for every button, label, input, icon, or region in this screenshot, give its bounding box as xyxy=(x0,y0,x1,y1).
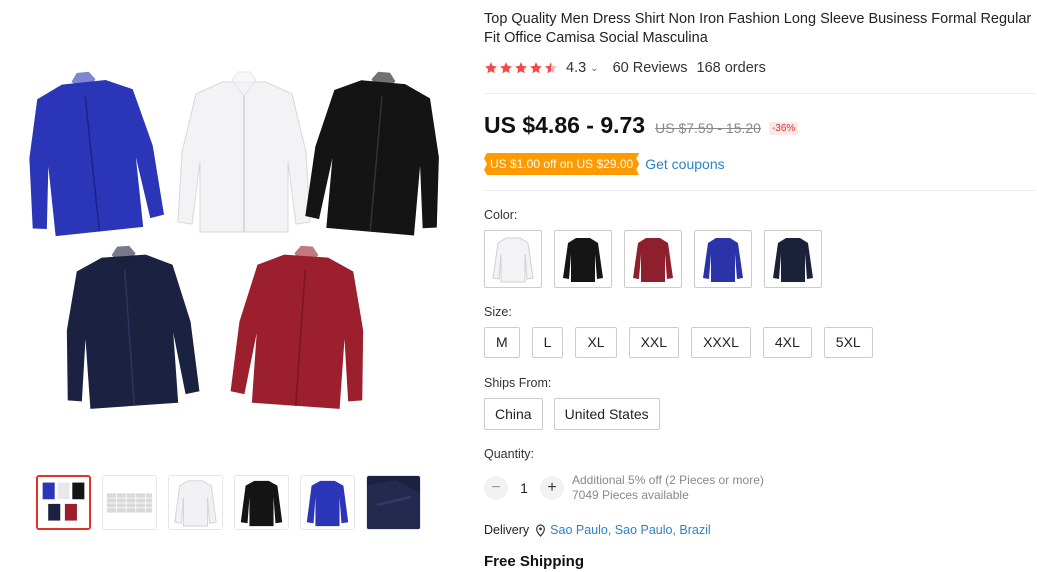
thumbnail-white-shirt[interactable] xyxy=(168,475,223,530)
color-option-wine-red[interactable] xyxy=(624,230,682,288)
thumbnail-navy-detail[interactable] xyxy=(366,475,421,530)
size-option-m[interactable]: M xyxy=(484,327,520,358)
star-rating xyxy=(484,61,558,75)
quantity-label: Quantity: xyxy=(484,447,535,461)
star-half-icon xyxy=(545,62,557,74)
main-product-image[interactable] xyxy=(0,0,465,460)
orders-count: 168 orders xyxy=(696,60,766,76)
get-coupons-link[interactable]: Get coupons xyxy=(645,156,724,172)
stock-available: 7049 Pieces available xyxy=(572,488,689,502)
divider xyxy=(484,190,1036,191)
star-icon xyxy=(530,62,542,74)
thumbnail-blue-shirt[interactable] xyxy=(300,475,355,530)
size-label: Size: xyxy=(484,305,512,319)
original-price: US $7.59 - 15.20 xyxy=(655,120,761,136)
size-option-5xl[interactable]: 5XL xyxy=(823,327,873,358)
size-option-4xl[interactable]: 4XL xyxy=(762,327,812,358)
star-icon xyxy=(500,62,512,74)
size-option-xxl[interactable]: XXL xyxy=(628,327,680,358)
ships-from-label: Ships From: xyxy=(484,376,552,390)
quantity-input[interactable]: 1 xyxy=(508,480,540,496)
color-option-navy[interactable] xyxy=(764,230,822,288)
thumbnail-black-shirt[interactable] xyxy=(234,475,289,530)
color-option-white[interactable] xyxy=(484,230,542,288)
minus-icon[interactable]: − xyxy=(484,476,508,500)
thumbnail-size-chart[interactable] xyxy=(102,475,157,530)
color-option-blue[interactable] xyxy=(694,230,752,288)
coupon-row: US $1.00 off on US $29.00 Get coupons xyxy=(484,153,725,175)
location-pin-icon xyxy=(536,523,546,537)
star-icon xyxy=(485,62,497,74)
ships-from-options: China United States xyxy=(484,398,660,430)
star-icon xyxy=(515,62,527,74)
quantity-info: Additional 5% off (2 Pieces or more) 704… xyxy=(572,473,764,503)
bulk-discount-note: Additional 5% off (2 Pieces or more) xyxy=(572,473,764,487)
shirts-collage xyxy=(17,65,450,411)
color-option-black[interactable] xyxy=(554,230,612,288)
ships-from-china[interactable]: China xyxy=(484,398,543,430)
coupon-tag[interactable]: US $1.00 off on US $29.00 xyxy=(484,153,639,175)
current-price: US $4.86 - 9.73 xyxy=(484,112,646,138)
color-label: Color: xyxy=(484,208,518,222)
thumbnail-collage[interactable] xyxy=(36,475,91,530)
thumbnail-strip xyxy=(36,475,421,530)
delivery-row: Delivery Sao Paulo, Sao Paulo, Brazil xyxy=(484,523,711,537)
free-shipping-text: Free Shipping xyxy=(484,553,585,570)
divider xyxy=(484,93,1036,94)
size-option-xxxl[interactable]: XXXL xyxy=(691,327,751,358)
product-title: Top Quality Men Dress Shirt Non Iron Fas… xyxy=(484,11,1032,46)
chevron-down-icon[interactable]: ⌄ xyxy=(590,63,598,74)
delivery-location-link[interactable]: Sao Paulo, Sao Paulo, Brazil xyxy=(550,523,711,537)
size-options: M L XL XXL XXXL 4XL 5XL xyxy=(484,327,873,358)
size-option-xl[interactable]: XL xyxy=(575,327,617,358)
discount-badge: -36% xyxy=(768,122,799,135)
delivery-label: Delivery xyxy=(484,523,530,537)
size-option-l[interactable]: L xyxy=(531,327,564,358)
plus-icon[interactable]: + xyxy=(540,476,564,500)
rating-value: 4.3 xyxy=(566,60,587,76)
price-row: US $4.86 - 9.73 US $7.59 - 15.20 -36% xyxy=(484,112,799,139)
quantity-stepper: − 1 + Additional 5% off (2 Pieces or mor… xyxy=(484,473,764,503)
rating-row: 4.3 ⌄ 60 Reviews 168 orders xyxy=(484,60,766,76)
color-options xyxy=(484,230,822,288)
reviews-link[interactable]: 60 Reviews xyxy=(613,60,688,76)
ships-from-united-states[interactable]: United States xyxy=(553,398,660,430)
